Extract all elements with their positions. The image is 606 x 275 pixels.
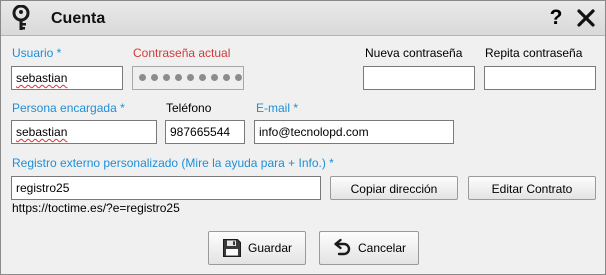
repita-contrasena-input[interactable] [484, 66, 596, 90]
password-mask-dot [235, 74, 242, 81]
guardar-button[interactable]: Guardar [208, 231, 306, 265]
repita-contrasena-label: Repita contraseña [485, 46, 583, 60]
floppy-disk-icon [222, 239, 241, 257]
help-icon[interactable]: ? [545, 6, 567, 30]
close-icon[interactable] [575, 7, 597, 29]
undo-arrow-icon [334, 238, 351, 256]
usuario-input[interactable]: sebastian [11, 66, 123, 90]
contrasena-actual-label: Contraseña actual [133, 46, 231, 60]
password-mask-dot [163, 74, 170, 81]
copiar-direccion-button[interactable]: Copiar dirección [330, 176, 458, 200]
key-icon [12, 5, 30, 30]
nueva-contrasena-input[interactable] [363, 66, 475, 90]
copiar-direccion-label: Copiar dirección [350, 181, 438, 196]
guardar-label: Guardar [247, 241, 293, 255]
persona-encargada-value: sebastian [16, 125, 68, 139]
contrasena-actual-input[interactable] [132, 66, 244, 90]
usuario-value: sebastian [16, 71, 68, 85]
password-mask-dot [175, 74, 182, 81]
persona-encargada-label: Persona encargada * [12, 101, 125, 115]
password-mask-dot [187, 74, 194, 81]
editar-contrato-label: Editar Contrato [491, 181, 573, 196]
password-mask-dot [211, 74, 218, 81]
password-mask-dot [223, 74, 230, 81]
telefono-label: Teléfono [166, 101, 212, 115]
cancelar-label: Cancelar [357, 241, 407, 255]
telefono-input[interactable]: 987665544 [165, 120, 245, 144]
registro-externo-label: Registro externo personalizado (Mire la … [12, 156, 334, 170]
email-input[interactable]: info@tecnolopd.com [254, 120, 454, 144]
password-mask-dot [199, 74, 206, 81]
email-label: E-mail * [256, 101, 299, 115]
registro-externo-input[interactable]: registro25 [11, 176, 321, 200]
persona-encargada-input[interactable]: sebastian [11, 120, 157, 144]
window-title: Cuenta [51, 10, 106, 27]
nueva-contrasena-label: Nueva contraseña [365, 46, 463, 60]
cancelar-button[interactable]: Cancelar [319, 231, 419, 265]
password-mask [139, 74, 243, 81]
usuario-label: Usuario * [12, 46, 62, 60]
password-mask-dot [151, 74, 158, 81]
account-dialog: Cuenta ? Usuario * Contraseña actual Nue… [0, 0, 606, 275]
title-bar: Cuenta ? [1, 1, 605, 36]
editar-contrato-button[interactable]: Editar Contrato [468, 176, 596, 200]
password-mask-dot [139, 74, 146, 81]
registro-url: https://toctime.es/?e=registro25 [12, 201, 180, 215]
